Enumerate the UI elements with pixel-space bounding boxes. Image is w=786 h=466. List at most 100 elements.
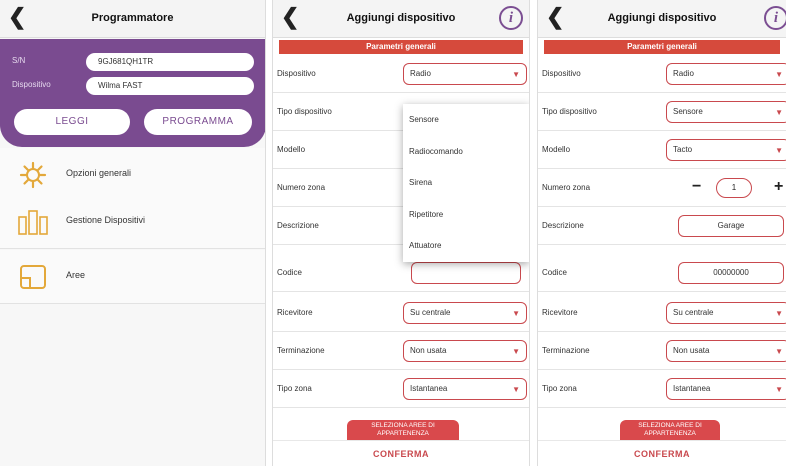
description-input[interactable]: Garage <box>678 215 784 237</box>
field-label: Tipo dispositivo <box>542 107 597 116</box>
minus-icon[interactable]: − <box>692 176 701 198</box>
select-value: Radio <box>673 69 694 78</box>
add-device-screen-dropdown: ❮ Aggiungi dispositivo i Parametri gener… <box>272 0 530 466</box>
code-input[interactable] <box>411 262 521 284</box>
select-value: Istantanea <box>673 384 711 393</box>
chevron-down-icon: ▼ <box>512 385 520 394</box>
zone-type-select[interactable]: Istantanea ▼ <box>666 378 786 400</box>
info-icon[interactable]: i <box>764 6 786 30</box>
field-label: Tipo dispositivo <box>277 107 332 116</box>
menu-label: Aree <box>66 270 86 280</box>
field-code: Codice 00000000 <box>538 255 786 292</box>
field-label: Tipo zona <box>542 384 577 393</box>
field-label: Modello <box>542 145 571 154</box>
field-label: Ricevitore <box>277 308 313 317</box>
dropdown-option-ripetitore[interactable]: Ripetitore <box>403 199 529 231</box>
code-input[interactable]: 00000000 <box>678 262 784 284</box>
field-device: Dispositivo Radio ▼ <box>538 56 786 93</box>
chevron-down-icon: ▼ <box>775 385 783 394</box>
menu-item-general-options[interactable]: Opzioni generali <box>0 148 265 202</box>
menu-item-device-management[interactable]: Gestione Dispositivi <box>0 195 265 249</box>
field-label: Codice <box>277 268 302 277</box>
field-termination: Terminazione Non usata ▼ <box>538 333 786 370</box>
program-button[interactable]: PROGRAMMA <box>144 109 252 135</box>
chevron-down-icon: ▼ <box>512 309 520 318</box>
chevron-down-icon: ▼ <box>775 146 783 155</box>
device-type-select[interactable]: Sensore ▼ <box>666 101 786 123</box>
area-icon <box>18 262 48 292</box>
menu-label: Gestione Dispositivi <box>66 215 146 225</box>
confirm-button[interactable]: CONFERMA <box>538 440 786 466</box>
field-label: Descrizione <box>542 221 584 230</box>
device-value: Wilma FAST <box>86 77 254 95</box>
programmer-screen: ❮ Programmatore S/N 9GJ681QH1TR Disposit… <box>0 0 266 466</box>
confirm-button[interactable]: CONFERMA <box>273 440 529 466</box>
add-device-screen-filled: ❮ Aggiungi dispositivo i Parametri gener… <box>537 0 786 466</box>
select-areas-button[interactable]: SELEZIONA AREE DI APPARTENENZA <box>347 420 459 442</box>
select-value: Non usata <box>410 346 447 355</box>
field-label: Terminazione <box>542 346 590 355</box>
field-label: Dispositivo <box>542 69 581 78</box>
device-type-dropdown: Sensore Radiocomando Sirena Ripetitore A… <box>403 104 529 262</box>
menu-label: Opzioni generali <box>66 168 132 178</box>
field-receiver: Ricevitore Su centrale ▼ <box>273 295 529 332</box>
field-description: Descrizione Garage <box>538 208 786 245</box>
select-value: Sensore <box>673 107 703 116</box>
receiver-select[interactable]: Su centrale ▼ <box>403 302 527 324</box>
field-label: Numero zona <box>542 183 591 192</box>
device-select[interactable]: Radio ▼ <box>403 63 527 85</box>
device-info-card: S/N 9GJ681QH1TR Dispositivo Wilma FAST L… <box>0 39 265 147</box>
chevron-down-icon: ▼ <box>775 70 783 79</box>
read-button[interactable]: LEGGI <box>14 109 130 135</box>
select-value: Su centrale <box>410 308 451 317</box>
select-value: Su centrale <box>673 308 714 317</box>
section-header: Parametri generali <box>544 40 780 54</box>
field-label: Tipo zona <box>277 384 312 393</box>
menu-item-areas[interactable]: Aree <box>0 250 265 304</box>
chevron-down-icon: ▼ <box>512 347 520 356</box>
field-label: Terminazione <box>277 346 325 355</box>
field-model: Modello Tacto ▼ <box>538 132 786 169</box>
field-device: Dispositivo Radio ▼ <box>273 56 529 93</box>
termination-select[interactable]: Non usata ▼ <box>666 340 786 362</box>
receiver-select[interactable]: Su centrale ▼ <box>666 302 786 324</box>
devices-icon <box>18 207 48 237</box>
select-value: Tacto <box>673 145 693 154</box>
chevron-down-icon: ▼ <box>775 108 783 117</box>
dropdown-option-sensore[interactable]: Sensore <box>403 104 529 136</box>
select-value: Istantanea <box>410 384 448 393</box>
field-label: Descrizione <box>277 221 319 230</box>
plus-icon[interactable]: + <box>774 176 783 198</box>
select-value: Non usata <box>673 346 710 355</box>
field-zone-type: Tipo zona Istantanea ▼ <box>538 371 786 408</box>
zone-stepper: − 1 + <box>688 176 786 200</box>
model-select[interactable]: Tacto ▼ <box>666 139 786 161</box>
page-title: Aggiungi dispositivo <box>607 12 717 24</box>
device-label: Dispositivo <box>12 80 51 89</box>
dropdown-option-attuatore[interactable]: Attuatore <box>403 230 529 262</box>
zone-type-select[interactable]: Istantanea ▼ <box>403 378 527 400</box>
field-label: Codice <box>542 268 567 277</box>
field-termination: Terminazione Non usata ▼ <box>273 333 529 370</box>
header: ❮ Aggiungi dispositivo i <box>538 0 786 38</box>
device-select[interactable]: Radio ▼ <box>666 63 786 85</box>
dropdown-option-radiocomando[interactable]: Radiocomando <box>403 136 529 168</box>
field-label: Dispositivo <box>277 69 316 78</box>
sn-value: 9GJ681QH1TR <box>86 53 254 71</box>
termination-select[interactable]: Non usata ▼ <box>403 340 527 362</box>
field-label: Ricevitore <box>542 308 578 317</box>
info-icon[interactable]: i <box>499 6 523 30</box>
page-title: Aggiungi dispositivo <box>346 12 456 24</box>
dropdown-option-sirena[interactable]: Sirena <box>403 167 529 199</box>
zone-number-input[interactable]: 1 <box>716 178 752 198</box>
field-zone-number: Numero zona − 1 + <box>538 170 786 207</box>
select-value: Radio <box>410 69 431 78</box>
gear-icon <box>18 160 48 190</box>
sn-row: S/N 9GJ681QH1TR <box>8 53 258 71</box>
chevron-down-icon: ▼ <box>775 309 783 318</box>
header: ❮ Aggiungi dispositivo i <box>273 0 529 38</box>
chevron-down-icon: ▼ <box>775 347 783 356</box>
chevron-down-icon: ▼ <box>512 70 520 79</box>
select-areas-button[interactable]: SELEZIONA AREE DI APPARTENENZA <box>620 420 720 442</box>
field-zone-type: Tipo zona Istantanea ▼ <box>273 371 529 408</box>
